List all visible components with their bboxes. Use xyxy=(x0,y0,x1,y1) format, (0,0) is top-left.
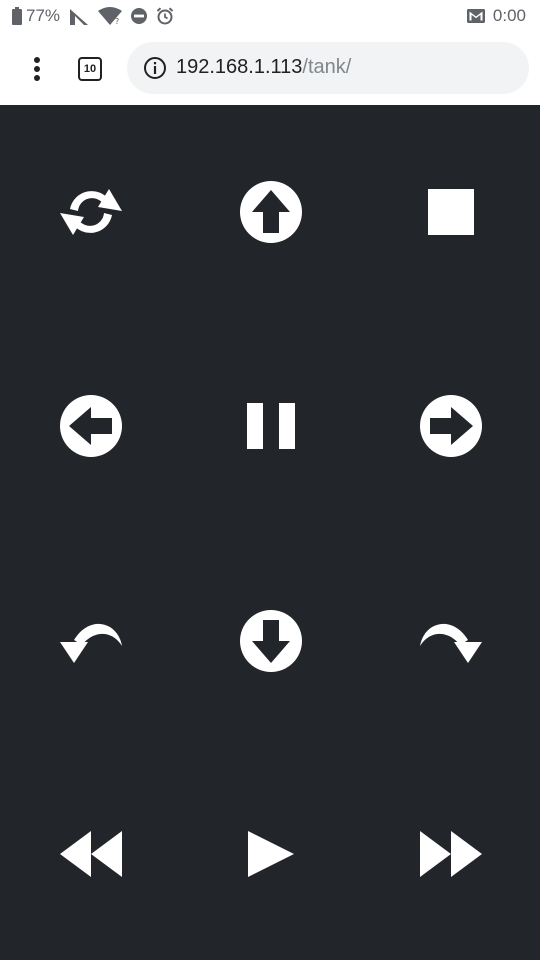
pause-icon xyxy=(247,403,295,449)
pause-button[interactable] xyxy=(221,376,321,476)
menu-button[interactable] xyxy=(24,54,50,84)
arrow-down-circle-icon xyxy=(240,610,302,672)
wifi-icon: ? xyxy=(98,7,123,25)
fast-forward-button[interactable] xyxy=(401,804,501,904)
rotate-right-button[interactable] xyxy=(401,591,501,691)
more-vert-icon xyxy=(34,57,40,81)
battery-icon xyxy=(12,7,22,25)
stop-icon xyxy=(428,189,474,235)
play-icon xyxy=(248,831,294,877)
url-text[interactable]: 192.168.1.113/tank/ xyxy=(176,56,351,79)
status-right: 0:00 xyxy=(466,6,526,26)
url-host: 192.168.1.113 xyxy=(176,56,303,78)
refresh-button[interactable] xyxy=(41,162,141,262)
gmail-icon xyxy=(466,9,485,23)
arrow-left-circle-icon xyxy=(60,395,122,457)
tab-switcher-button[interactable]: 10 xyxy=(78,57,102,81)
cell-signal-icon xyxy=(70,9,89,25)
arrow-right-circle-icon xyxy=(420,395,482,457)
tank-controls xyxy=(0,105,540,960)
left-button[interactable] xyxy=(41,376,141,476)
arrow-up-circle-icon xyxy=(240,181,302,243)
info-icon[interactable] xyxy=(143,56,167,80)
status-bar: 77% ? 0:00 xyxy=(0,0,540,34)
forward-button[interactable] xyxy=(221,162,321,262)
battery-percent: 77% xyxy=(26,6,61,25)
do-not-disturb-icon xyxy=(131,8,148,24)
backward-button[interactable] xyxy=(221,591,321,691)
refresh-icon xyxy=(60,189,122,235)
stop-button[interactable] xyxy=(401,162,501,262)
fast-forward-icon xyxy=(420,831,482,877)
alarm-icon xyxy=(156,7,174,25)
clock: 0:00 xyxy=(492,6,526,25)
right-button[interactable] xyxy=(401,376,501,476)
rewind-button[interactable] xyxy=(41,804,141,904)
url-path: /tank/ xyxy=(302,56,352,78)
address-bar[interactable]: 192.168.1.113/tank/ xyxy=(127,42,529,94)
svg-text:?: ? xyxy=(115,17,119,25)
status-left: 77% ? xyxy=(12,6,182,26)
browser-toolbar: 10 192.168.1.113/tank/ xyxy=(0,34,540,105)
curved-arrow-right-icon xyxy=(420,623,482,663)
rewind-icon xyxy=(60,831,122,877)
rotate-left-button[interactable] xyxy=(41,591,141,691)
play-button[interactable] xyxy=(221,804,321,904)
curved-arrow-left-icon xyxy=(60,623,122,663)
